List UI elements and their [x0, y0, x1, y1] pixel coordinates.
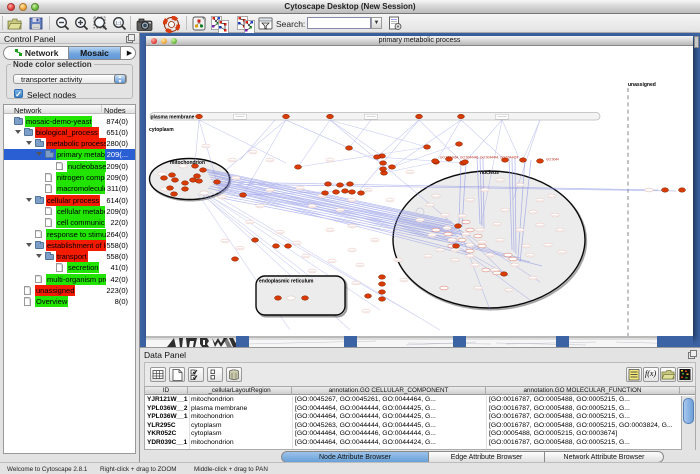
svg-text:unassigned: unassigned: [628, 82, 656, 88]
svg-text:GO:0044464, GO:0044446, GO:004: GO:0044464, GO:0044446, GO:0044444, GO:0…: [440, 155, 519, 159]
svg-text:nucleus: nucleus: [480, 170, 499, 176]
svg-text:plasma membrane: plasma membrane: [151, 115, 195, 121]
svg-text:GO:0044: GO:0044: [546, 157, 559, 161]
svg-text:endoplasmic reticulum: endoplasmic reticulum: [259, 279, 314, 285]
svg-text:1:1: 1:1: [115, 20, 122, 25]
svg-text:mitochondrion: mitochondrion: [170, 160, 205, 166]
svg-text:cytoplasm: cytoplasm: [149, 127, 174, 133]
